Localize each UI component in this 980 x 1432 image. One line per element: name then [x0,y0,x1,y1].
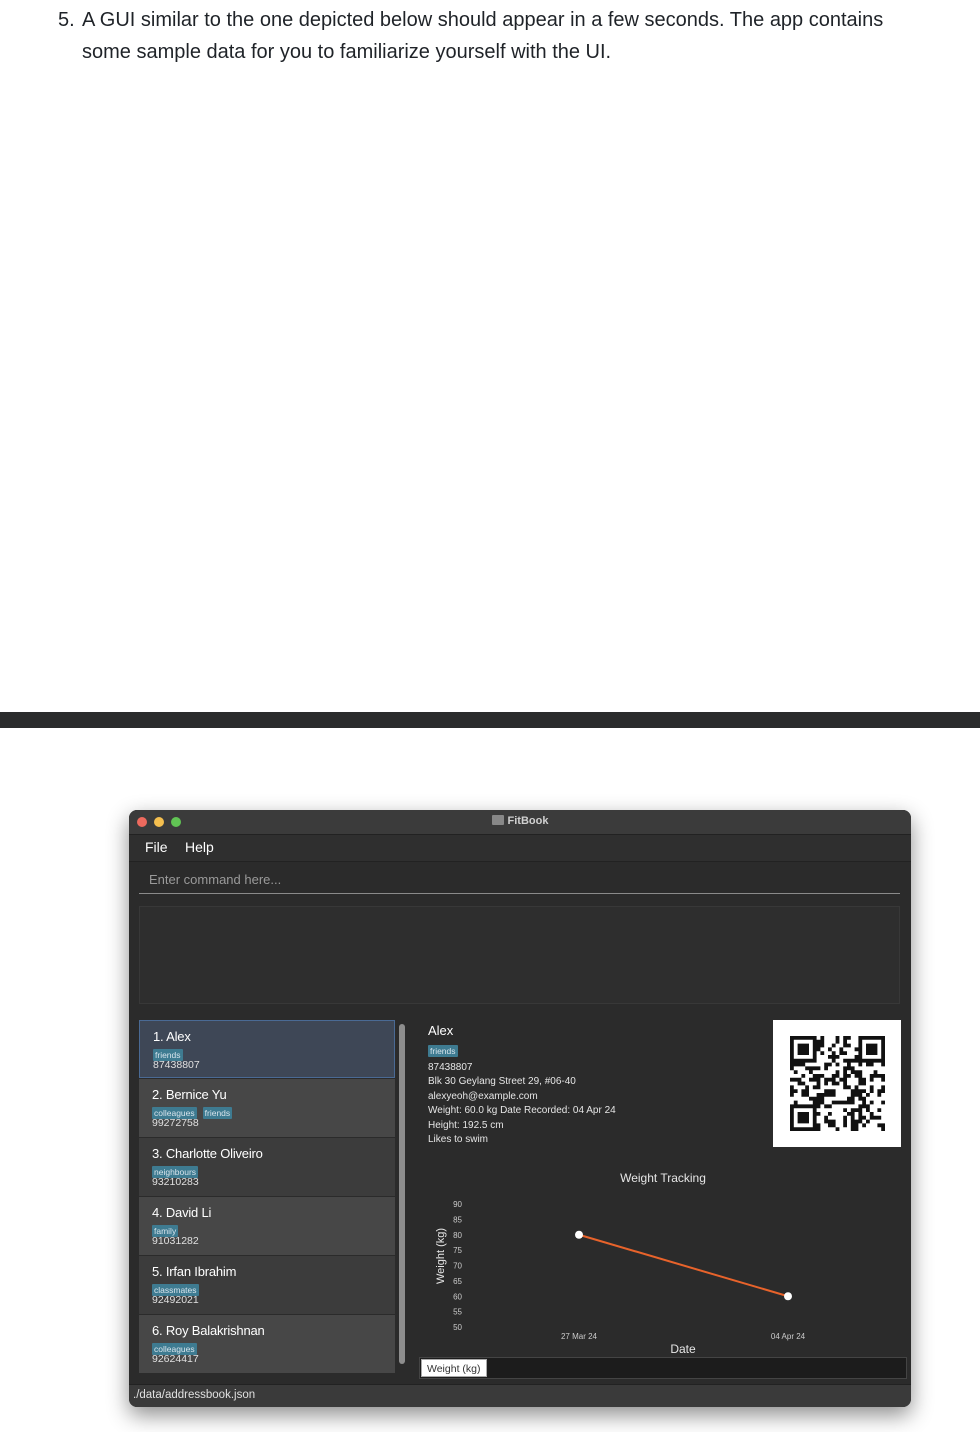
chart-y-tick-label: 90 [453,1200,462,1209]
person-list: 1. Alex friends 87438807 2. Bernice Yu c… [139,1020,397,1376]
result-display [139,906,900,1004]
person-name: 1. Alex [153,1029,191,1044]
menu-help[interactable]: Help [185,839,214,855]
chart-tab-weight[interactable]: Weight (kg) [421,1359,487,1377]
command-box [129,862,911,902]
person-phone: 87438807 [153,1059,200,1071]
person-card[interactable]: 4. David Li family 91031282 [139,1197,395,1255]
app-icon [491,815,504,825]
weight-chart-svg: Weight Tracking Weight (kg) Date 50 55 60 6… [435,1171,806,1356]
person-tag: friends [202,1107,233,1119]
detail-phone: 87438807 [428,1062,473,1073]
divider-strip [0,712,980,728]
detail-weight: Weight: 60.0 kg Date Recorded: 04 Apr 24 [428,1105,616,1116]
chart-data-point[interactable] [784,1292,792,1301]
person-name: 4. David Li [152,1205,212,1220]
person-card[interactable]: 5. Irfan Ibrahim classmates 92492021 [139,1256,395,1314]
chart-title: Weight Tracking [620,1171,706,1185]
app-window: FitBook File Help 1. Alex friends 874388… [129,810,911,1407]
chart-y-tick-label: 65 [453,1277,462,1286]
window-title-text: FitBook [507,815,549,827]
window-title: FitBook [129,815,911,827]
menu-bar: File Help [129,835,911,862]
chart-y-tick-label: 70 [453,1262,462,1271]
chart-x-tick-label: 27 Mar 24 [561,1332,598,1341]
weight-chart: Weight Tracking Weight (kg) Date 50 55 60 6… [417,1160,903,1360]
detail-tag: friends [428,1045,458,1057]
chart-y-tick-label: 75 [453,1246,462,1255]
menu-file[interactable]: File [145,839,168,855]
chart-x-tick-label: 04 Apr 24 [771,1332,806,1341]
chart-y-tick-label: 85 [453,1215,462,1224]
person-name: 5. Irfan Ibrahim [152,1264,237,1279]
qr-code-image [790,1036,885,1131]
chart-tab-bar: Weight (kg) [419,1357,907,1379]
qr-code [773,1020,901,1147]
person-card[interactable]: 3. Charlotte Oliveiro neighbours 9321028… [139,1138,395,1196]
chart-y-tick-label: 60 [453,1292,462,1301]
chart-y-tick-label: 55 [453,1308,462,1317]
step-number: 5. [58,9,75,31]
chart-y-axis-label: Weight (kg) [435,1228,447,1284]
detail-note: Likes to swim [428,1134,489,1145]
person-card[interactable]: 6. Roy Balakrishnan colleagues 92624417 [139,1315,395,1373]
person-phone: 93210283 [152,1176,199,1188]
person-phone: 92624417 [152,1353,199,1365]
person-name: 3. Charlotte Oliveiro [152,1146,263,1161]
person-detail-panel: Alex friends 87438807 Blk 30 Geylang Str… [417,1020,907,1382]
detail-address: Blk 30 Geylang Street 29, #06-40 [428,1076,576,1087]
detail-email: alexyeoh@example.com [428,1091,538,1102]
list-scrollbar[interactable] [399,1024,405,1364]
detail-name: Alex [428,1023,454,1038]
person-card[interactable]: 1. Alex friends 87438807 [139,1020,395,1078]
person-phone: 99272758 [152,1117,199,1129]
instruction-text: 5. A GUI similar to the one depicted belo… [58,4,958,68]
instruction-line-2: some sample data for you to familiarize … [82,41,612,63]
title-bar[interactable]: FitBook [129,810,911,835]
chart-x-axis-label: Date [670,1342,696,1356]
person-phone: 91031282 [152,1235,199,1247]
chart-data-point[interactable] [575,1230,583,1239]
chart-y-tick-label: 80 [453,1231,462,1240]
command-input[interactable] [139,866,900,894]
person-name: 6. Roy Balakrishnan [152,1323,265,1338]
person-phone: 92492021 [152,1294,199,1306]
status-bar: ./data/addressbook.json [129,1384,911,1407]
status-file-path: ./data/addressbook.json [133,1389,256,1401]
person-name: 2. Bernice Yu [152,1087,227,1102]
chart-series-line [578,1233,789,1298]
chart-y-tick-label: 50 [453,1323,462,1332]
instruction-line-1: A GUI similar to the one depicted below … [82,9,884,31]
person-card[interactable]: 2. Bernice Yu colleagues friends 99272758 [139,1079,395,1137]
detail-height: Height: 192.5 cm [428,1120,504,1131]
